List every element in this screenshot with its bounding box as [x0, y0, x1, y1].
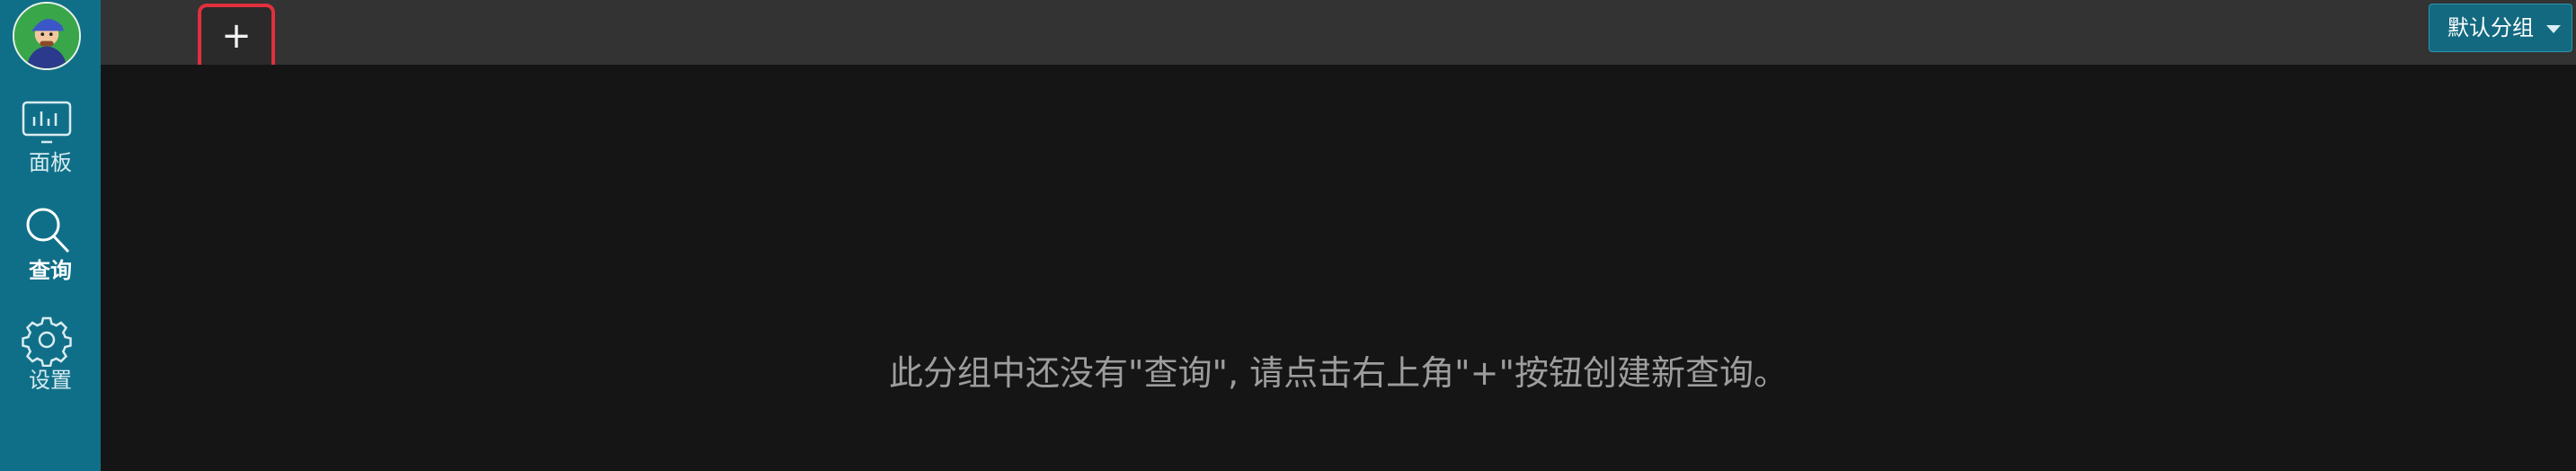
sidebar-item-label: 查询	[29, 258, 72, 283]
main-content: 此分组中还没有"查询", 请点击右上角"+"按钮创建新查询。	[101, 65, 2576, 471]
sidebar: 面板 查询 设置	[0, 0, 101, 471]
tab-bar: + 默认分组	[101, 0, 2576, 76]
group-select-value: 默认分组	[2447, 15, 2534, 40]
sidebar-item-query[interactable]: 查询	[0, 203, 101, 302]
search-icon	[20, 203, 74, 257]
group-select[interactable]: 默认分组	[2429, 4, 2572, 52]
avatar[interactable]	[13, 2, 81, 70]
dashboard-icon	[20, 95, 74, 149]
empty-state-message: 此分组中还没有"查询", 请点击右上角"+"按钮创建新查询。	[889, 353, 1788, 393]
gear-icon	[20, 313, 74, 367]
caret-down-icon	[2546, 25, 2561, 33]
app-window: 面板 查询 设置 + 默认分组 此分组中还没有"查询", 请点击右上角"+"按钮…	[0, 0, 2576, 471]
sidebar-item-dashboard[interactable]: 面板	[0, 95, 101, 194]
plus-icon: +	[221, 15, 252, 57]
sidebar-item-label: 设置	[29, 368, 72, 393]
user-avatar-icon	[14, 4, 79, 68]
sidebar-item-settings[interactable]: 设置	[0, 313, 101, 412]
sidebar-item-label: 面板	[29, 150, 72, 175]
